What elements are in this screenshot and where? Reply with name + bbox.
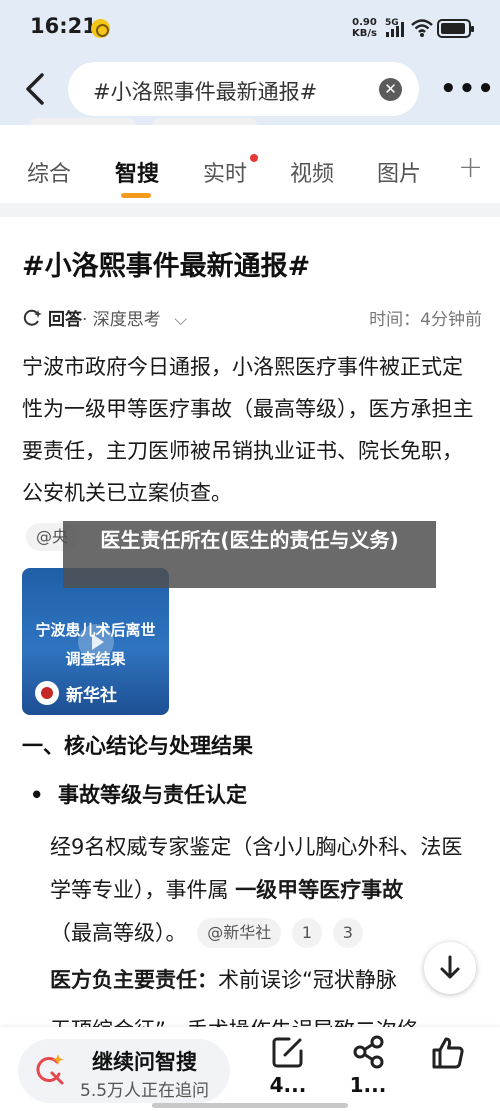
net-speed-unit: KB/s <box>352 28 377 39</box>
wifi-icon <box>411 19 433 37</box>
comment-count: 4... <box>269 1073 307 1097</box>
elapsed-time: 时间：4分钟前 <box>369 310 482 330</box>
bullet-text-tail: （最高等级）。 <box>50 921 187 945</box>
like-button[interactable] <box>423 1035 473 1071</box>
scroll-down-button[interactable] <box>424 942 476 994</box>
answer-label: 回答 <box>48 310 82 330</box>
share-button[interactable]: 1... <box>343 1035 393 1097</box>
play-icon[interactable] <box>78 624 114 660</box>
citation-1[interactable]: 1 <box>291 918 323 948</box>
comment-button[interactable]: 4... <box>263 1035 313 1097</box>
add-tab-icon[interactable]: + <box>458 150 483 185</box>
ai-answer-icon <box>23 309 42 326</box>
xinhua-logo-icon <box>35 681 59 705</box>
tab-smart-search[interactable]: 智搜 <box>115 156 159 188</box>
top-bar: 16:21 0.90 KB/s 5G #小洛熙事件最新通报# ✕ ••• <box>0 0 500 125</box>
clear-icon[interactable]: ✕ <box>379 78 402 101</box>
battery-icon <box>437 19 474 38</box>
network-speed: 0.90 KB/s <box>352 17 377 39</box>
bullet-heading-text: 事故等级与责任认定 <box>58 783 248 807</box>
status-bar: 16:21 0.90 KB/s 5G <box>0 0 500 58</box>
back-icon[interactable] <box>18 70 54 108</box>
realtime-badge <box>250 154 258 162</box>
continue-ask-button[interactable]: 继续问智搜 5.5万人正在追问 <box>18 1039 230 1103</box>
signal-icon: 5G <box>385 18 404 37</box>
responsibility-label: 医方负主要责任： <box>50 968 218 992</box>
arrow-down-icon <box>440 955 460 979</box>
responsibility-text-1: 术前误诊“冠状静脉 <box>218 968 397 992</box>
search-input[interactable]: #小洛熙事件最新通报# <box>93 76 317 106</box>
active-tab-indicator <box>121 193 151 198</box>
answer-meta: 回答· 深度思考 ⌵ 时间：4分钟前 <box>22 305 482 331</box>
chevron-down-icon[interactable]: ⌵ <box>174 310 187 330</box>
ask-ai-icon <box>36 1054 64 1085</box>
tab-images[interactable]: 图片 <box>377 156 421 188</box>
comment-icon <box>272 1037 303 1068</box>
bullet-text-bold: 一级甲等医疗事故 <box>235 878 404 902</box>
ask-title: 继续问智搜 <box>92 1050 197 1074</box>
bottom-action-bar: 继续问智搜 5.5万人正在追问 4... 1... <box>0 1027 500 1111</box>
share-count: 1... <box>349 1073 387 1097</box>
video-card[interactable]: 宁波患儿术后离世 调查结果 新华社 <box>22 568 169 715</box>
bullet-body: 经9名权威专家鉴定（含小儿胸心外科、法医学等专业），事件属 一级甲等医疗事故 （… <box>50 826 480 955</box>
result-title: #小洛熙事件最新通报# <box>22 251 311 282</box>
more-icon[interactable]: ••• <box>440 74 496 104</box>
answer-summary: 宁波市政府今日通报，小洛熙医疗事件被正式定性为一级甲等医疗事故（最高等级），医方… <box>22 355 474 505</box>
tab-realtime[interactable]: 实时 <box>203 156 247 188</box>
tab-video[interactable]: 视频 <box>290 156 334 188</box>
deep-think-toggle[interactable]: · 深度思考 <box>82 310 161 330</box>
search-box[interactable]: #小洛熙事件最新通报# ✕ <box>68 62 419 116</box>
video-publisher: 新华社 <box>66 686 117 706</box>
share-icon <box>353 1035 384 1069</box>
tab-comprehensive[interactable]: 综合 <box>27 156 71 188</box>
section-divider <box>0 203 500 217</box>
status-time: 16:21 <box>30 14 97 38</box>
like-icon <box>432 1037 464 1069</box>
citation-3[interactable]: 3 <box>332 918 363 948</box>
bullet-heading: • 事故等级与责任认定 <box>30 783 248 807</box>
notification-icon <box>91 19 110 38</box>
home-indicator[interactable] <box>152 1103 348 1108</box>
net-speed-value: 0.90 <box>352 17 377 28</box>
tab-bar: 综合 智搜 实时 视频 图片 + <box>0 125 500 203</box>
section-heading: 一、核心结论与处理结果 <box>22 734 253 758</box>
citation-source[interactable]: @新华社 <box>197 918 282 948</box>
title-overlay-banner: 医生责任所在(医生的责任与义务) <box>63 521 436 588</box>
ask-subtitle: 5.5万人正在追问 <box>80 1081 210 1101</box>
